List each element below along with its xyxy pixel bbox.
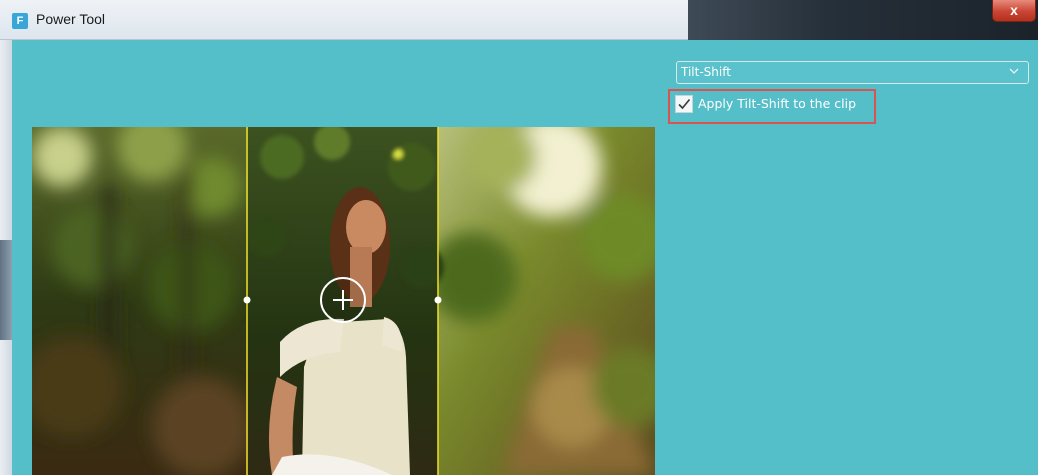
window-title: Power Tool bbox=[36, 11, 106, 27]
app-icon: F bbox=[12, 13, 28, 29]
chevron-down-icon bbox=[1009, 68, 1019, 74]
checkmark-icon bbox=[678, 98, 691, 110]
left-window-edge bbox=[0, 40, 12, 475]
left-guide-handle[interactable] bbox=[243, 296, 251, 304]
background-window-strip bbox=[688, 0, 1038, 40]
right-guide-handle[interactable] bbox=[434, 296, 442, 304]
effect-dropdown-value: Tilt-Shift bbox=[681, 65, 731, 79]
right-blur-region bbox=[427, 127, 655, 475]
video-preview[interactable] bbox=[32, 127, 655, 475]
close-button[interactable]: x bbox=[992, 0, 1036, 22]
effect-dropdown[interactable]: Tilt-Shift bbox=[676, 61, 1029, 84]
title-bar: F Power Tool x bbox=[0, 0, 1038, 40]
apply-tilt-shift-label[interactable]: Apply Tilt-Shift to the clip bbox=[698, 96, 856, 111]
apply-tilt-shift-checkbox[interactable] bbox=[675, 95, 693, 113]
move-handle-icon[interactable] bbox=[320, 277, 366, 323]
preview-image bbox=[32, 127, 655, 475]
window-edge-accent bbox=[0, 240, 12, 340]
left-blur-region bbox=[32, 127, 252, 475]
